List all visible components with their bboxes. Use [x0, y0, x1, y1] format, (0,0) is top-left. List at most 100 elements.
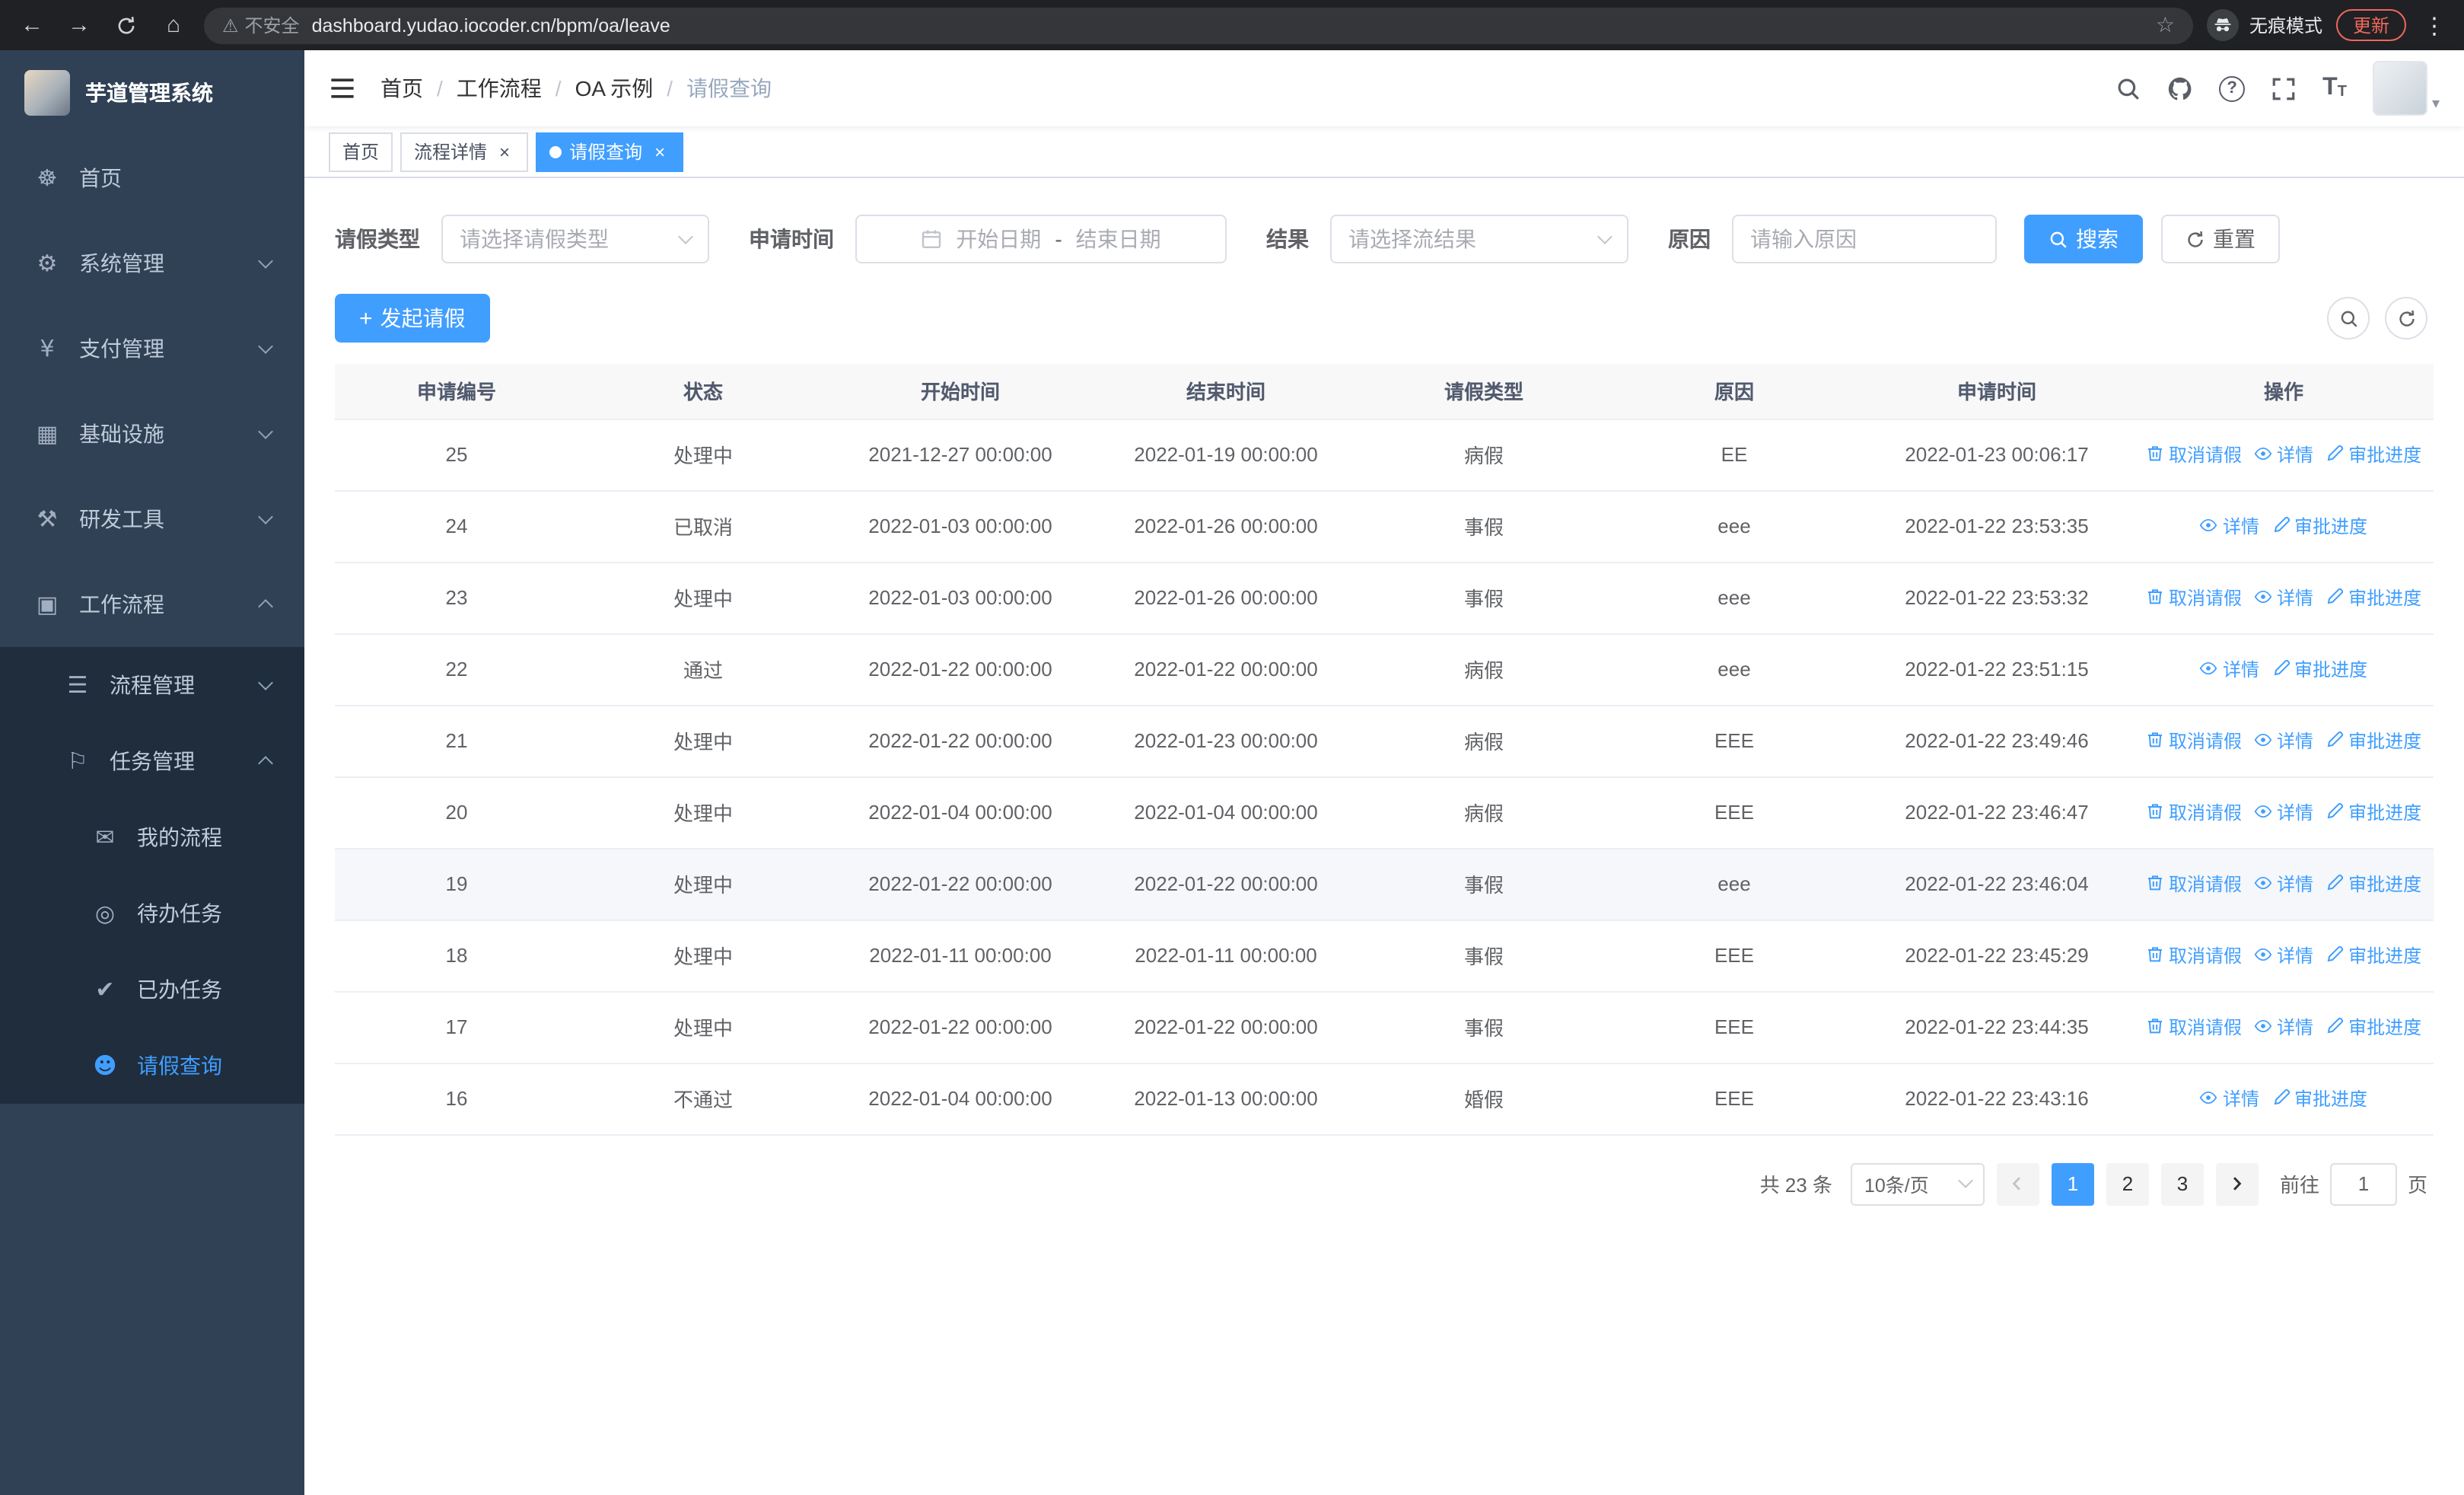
toggle-search-button[interactable]: [2327, 297, 2370, 339]
result-select[interactable]: 请选择流结果: [1330, 215, 1628, 263]
sidebar-item-process-mgmt[interactable]: ☰ 流程管理: [0, 647, 304, 723]
tab-leave-query[interactable]: 请假查询 ×: [536, 132, 684, 171]
cell-id: 18: [335, 920, 578, 992]
cancel-leave-link[interactable]: 取消请假: [2146, 942, 2242, 968]
page-button-3[interactable]: 3: [2160, 1162, 2204, 1205]
sidebar-item-todo-tasks[interactable]: ◎ 待办任务: [0, 875, 304, 952]
cancel-leave-link[interactable]: 取消请假: [2146, 585, 2242, 610]
sidebar-item-leave-query[interactable]: ☻ 请假查询: [0, 1028, 304, 1104]
reload-button[interactable]: [110, 8, 143, 42]
sidebar-item-devtools[interactable]: ⚒ 研发工具: [0, 477, 304, 562]
detail-link[interactable]: 详情: [2254, 1014, 2313, 1040]
approval-progress-link[interactable]: 审批进度: [2326, 942, 2421, 968]
detail-link[interactable]: 详情: [2254, 585, 2313, 610]
page-content: 请假类型 请选择请假类型 申请时间 开始日期 - 结束日期 结果 请选择流结果 …: [304, 178, 2464, 1495]
tab-home[interactable]: 首页: [329, 132, 393, 171]
breadcrumb-item-oa-example[interactable]: OA 示例: [575, 73, 654, 104]
tab-process-detail[interactable]: 流程详情 ×: [400, 132, 529, 171]
page-button-1[interactable]: 1: [2051, 1162, 2094, 1205]
back-button[interactable]: ←: [15, 8, 49, 42]
tags-bar: 首页 流程详情 × 请假查询 ×: [304, 126, 2464, 178]
help-icon[interactable]: ?: [2219, 75, 2246, 101]
table-column-header: 操作: [2134, 364, 2434, 419]
cancel-leave-link[interactable]: 取消请假: [2146, 1014, 2242, 1040]
detail-link[interactable]: 详情: [2254, 942, 2313, 968]
table-body: 25 处理中 2021-12-27 00:00:00 2022-01-19 00:00…: [335, 419, 2434, 1135]
approval-progress-link[interactable]: 审批进度: [2326, 799, 2421, 825]
create-leave-button[interactable]: + 发起请假: [335, 294, 490, 343]
cancel-leave-link[interactable]: 取消请假: [2146, 441, 2242, 467]
detail-link[interactable]: 详情: [2254, 728, 2313, 754]
detail-link[interactable]: 详情: [2200, 513, 2259, 539]
address-bar[interactable]: ⚠ 不安全 dashboard.yudao.iocoder.cn/bpm/oa/…: [204, 7, 2193, 43]
apply-time-label: 申请时间: [749, 227, 834, 251]
sidebar-item-infra[interactable]: ▦ 基础设施: [0, 391, 304, 477]
approval-progress-link[interactable]: 审批进度: [2326, 728, 2421, 754]
cell-id: 17: [335, 991, 578, 1063]
sidebar-item-workflow[interactable]: ▣ 工作流程: [0, 562, 304, 647]
close-icon[interactable]: ×: [495, 142, 514, 161]
detail-link[interactable]: 详情: [2254, 441, 2313, 467]
search-button[interactable]: 搜索: [2024, 215, 2143, 263]
approval-progress-link[interactable]: 审批进度: [2326, 441, 2421, 467]
cancel-leave-link[interactable]: 取消请假: [2146, 871, 2242, 897]
apply-time-range-picker[interactable]: 开始日期 - 结束日期: [855, 215, 1227, 263]
cell-reason: EE: [1609, 419, 1860, 491]
bookmark-star-icon[interactable]: ☆: [2156, 12, 2175, 38]
url-text: dashboard.yudao.iocoder.cn/bpm/oa/leave: [311, 14, 670, 36]
browser-menu-icon[interactable]: ⋮: [2420, 11, 2449, 39]
breadcrumb-item-workflow[interactable]: 工作流程: [457, 73, 542, 104]
cancel-leave-link[interactable]: 取消请假: [2146, 728, 2242, 754]
sidebar-item-task-mgmt[interactable]: ⚐ 任务管理: [0, 723, 304, 799]
detail-link[interactable]: 详情: [2200, 656, 2259, 682]
prev-page-button[interactable]: [1996, 1162, 2039, 1205]
user-menu[interactable]: ▾: [2372, 61, 2440, 116]
close-icon[interactable]: ×: [650, 142, 670, 161]
sidebar-item-my-process[interactable]: ✉ 我的流程: [0, 799, 304, 875]
sidebar-item-label: 待办任务: [137, 901, 222, 926]
refresh-table-button[interactable]: [2385, 297, 2427, 339]
approval-progress-link[interactable]: 审批进度: [2326, 871, 2421, 897]
leave-type-select[interactable]: 请选择请假类型: [441, 215, 709, 263]
reason-input[interactable]: 请输入原因: [1732, 215, 1997, 263]
cell-id: 22: [335, 633, 578, 706]
cell-reason: EEE: [1609, 1063, 1860, 1135]
sidebar-item-home[interactable]: ☸ 首页: [0, 135, 304, 221]
approval-progress-link[interactable]: 审批进度: [2271, 656, 2367, 682]
search-icon[interactable]: [2115, 75, 2141, 101]
chevron-down-icon: [258, 339, 273, 354]
goto-page-input[interactable]: 1: [2329, 1162, 2397, 1205]
sidebar-item-system[interactable]: ⚙ 系统管理: [0, 221, 304, 306]
fullscreen-icon[interactable]: [2271, 75, 2297, 101]
detail-link[interactable]: 详情: [2200, 1085, 2259, 1111]
page-size-select[interactable]: 10条/页: [1850, 1162, 1985, 1205]
user-avatar[interactable]: [2372, 61, 2427, 116]
approval-progress-link[interactable]: 审批进度: [2326, 1014, 2421, 1040]
breadcrumb-item-home[interactable]: 首页: [380, 73, 423, 104]
page-button-2[interactable]: 2: [2106, 1162, 2149, 1205]
browser-home-button[interactable]: ⌂: [157, 8, 190, 42]
sidebar-item-done-tasks[interactable]: ✔ 已办任务: [0, 952, 304, 1028]
security-warning[interactable]: ⚠ 不安全: [222, 12, 300, 38]
next-page-button[interactable]: [2215, 1162, 2259, 1205]
approval-progress-link[interactable]: 审批进度: [2271, 1085, 2367, 1111]
message-icon: ✉: [95, 824, 115, 851]
tools-icon: ⚒: [37, 505, 58, 533]
sidebar-item-payment[interactable]: ¥ 支付管理: [0, 306, 304, 391]
chrome-update-button[interactable]: 更新: [2335, 9, 2406, 41]
approval-progress-link[interactable]: 审批进度: [2271, 513, 2367, 539]
sidebar-item-label: 已办任务: [137, 977, 222, 1002]
reset-button[interactable]: 重置: [2161, 215, 2280, 263]
app-logo[interactable]: 芋道管理系统: [0, 50, 304, 135]
filter-form: 请假类型 请选择请假类型 申请时间 开始日期 - 结束日期 结果 请选择流结果 …: [335, 215, 2434, 263]
forward-button[interactable]: →: [62, 8, 96, 42]
hamburger-icon[interactable]: [329, 75, 356, 102]
cancel-leave-link[interactable]: 取消请假: [2146, 799, 2242, 825]
approval-progress-link[interactable]: 审批进度: [2326, 585, 2421, 610]
github-icon[interactable]: [2167, 75, 2193, 101]
table-row: 25 处理中 2021-12-27 00:00:00 2022-01-19 00:00…: [335, 419, 2434, 491]
font-size-icon[interactable]: TT: [2322, 75, 2347, 100]
detail-link[interactable]: 详情: [2254, 799, 2313, 825]
dashboard-icon: ☸: [37, 164, 58, 192]
detail-link[interactable]: 详情: [2254, 871, 2313, 897]
